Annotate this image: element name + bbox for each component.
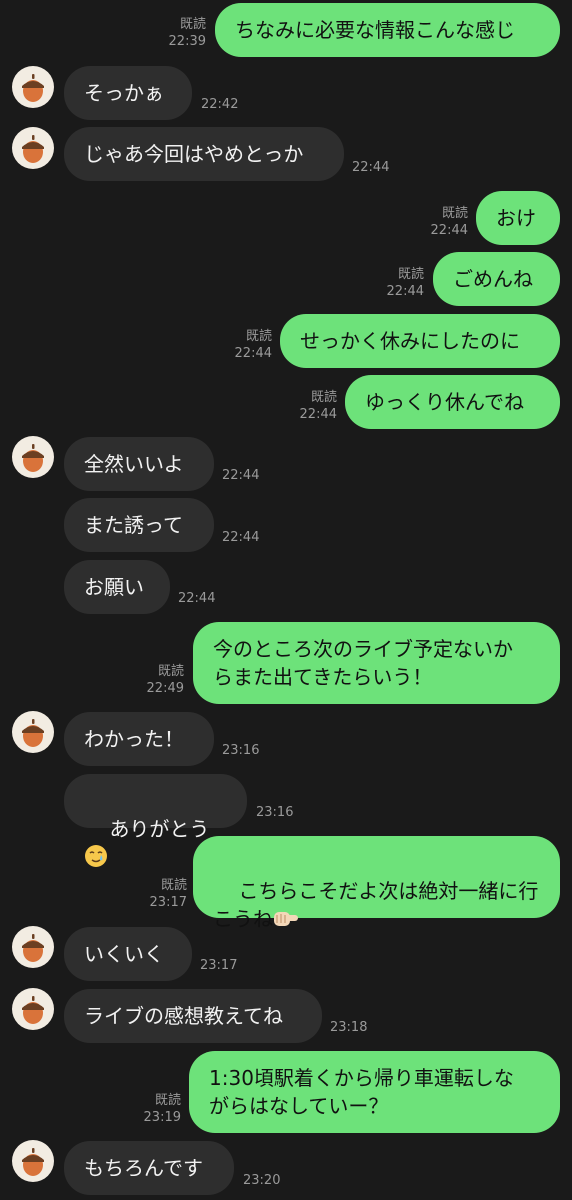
message-meta: 既読 22:44 <box>422 205 468 239</box>
acorn-icon <box>22 444 44 472</box>
outgoing-message[interactable]: せっかく休みにしたのに <box>280 314 560 368</box>
message-time: 22:44 <box>386 284 424 299</box>
outgoing-message[interactable]: ちなみに必要な情報こんな感じ <box>215 3 560 57</box>
message-meta: 既読 22:49 <box>138 663 184 697</box>
incoming-message[interactable]: いくいく <box>64 927 192 981</box>
message-time: 23:16 <box>222 743 260 758</box>
read-receipt: 既読 <box>154 1093 181 1108</box>
message-meta: 既読 22:39 <box>160 16 206 50</box>
message-time: 23:17 <box>149 895 187 910</box>
incoming-message[interactable]: ありがとう <box>64 774 247 867</box>
outgoing-message[interactable]: おけ <box>476 191 560 245</box>
read-receipt: 既読 <box>245 329 272 344</box>
message-meta: 既読 23:17 <box>141 877 187 911</box>
incoming-message[interactable]: 全然いいよ <box>64 437 214 491</box>
contact-avatar[interactable] <box>12 1140 54 1182</box>
message-time: 23:16 <box>256 805 294 820</box>
acorn-icon <box>22 719 44 747</box>
acorn-icon <box>22 135 44 163</box>
read-receipt: 既読 <box>441 206 468 221</box>
message-time: 22:44 <box>234 346 272 361</box>
incoming-message[interactable]: ライブの感想教えてね <box>64 989 322 1043</box>
contact-avatar[interactable] <box>12 988 54 1030</box>
acorn-icon <box>22 934 44 962</box>
outgoing-message[interactable]: ゆっくり休んでね <box>345 375 560 429</box>
message-time: 22:44 <box>222 468 260 483</box>
read-receipt: 既読 <box>157 664 184 679</box>
message-meta: 既読 22:44 <box>378 266 424 300</box>
chat-area[interactable]: 既読 22:39 ちなみに必要な情報こんな感じ そっかぁ 22:42 じゃあ今回… <box>0 0 572 1200</box>
message-time: 22:44 <box>178 591 216 606</box>
outgoing-message[interactable]: こちらこそだよ次は絶対一緒に行 こうね <box>193 836 560 931</box>
message-time: 22:44 <box>299 407 337 422</box>
contact-avatar[interactable] <box>12 926 54 968</box>
contact-avatar[interactable] <box>12 436 54 478</box>
message-time: 22:44 <box>352 160 390 175</box>
acorn-icon <box>22 74 44 102</box>
outgoing-message[interactable]: ごめんね <box>433 252 560 306</box>
incoming-message[interactable]: もちろんです <box>64 1141 234 1195</box>
incoming-message[interactable]: お願い <box>64 560 170 614</box>
message-meta: 既読 23:19 <box>135 1092 181 1126</box>
message-text: こちらこそだよ次は絶対一緒に行 こうね <box>213 879 539 931</box>
smiling-face-with-tear-icon <box>84 844 108 875</box>
message-time: 23:17 <box>200 958 238 973</box>
incoming-message[interactable]: わかった！ <box>64 712 214 766</box>
acorn-icon <box>22 996 44 1024</box>
message-meta: 既読 22:44 <box>291 389 337 423</box>
message-time: 22:42 <box>201 97 239 112</box>
incoming-message[interactable]: そっかぁ <box>64 66 192 120</box>
incoming-message[interactable]: じゃあ今回はやめとっか <box>64 127 344 181</box>
read-receipt: 既読 <box>160 878 187 893</box>
contact-avatar[interactable] <box>12 66 54 108</box>
message-meta: 既読 22:44 <box>226 328 272 362</box>
contact-avatar[interactable] <box>12 711 54 753</box>
pointing-hand-icon <box>273 906 299 937</box>
read-receipt: 既読 <box>179 17 206 32</box>
message-time: 23:20 <box>243 1173 281 1188</box>
message-time: 22:49 <box>146 681 184 696</box>
contact-avatar[interactable] <box>12 127 54 169</box>
read-receipt: 既読 <box>310 390 337 405</box>
message-time: 22:39 <box>168 34 206 49</box>
message-time: 22:44 <box>430 223 468 238</box>
message-time: 23:19 <box>143 1110 181 1125</box>
read-receipt: 既読 <box>397 267 424 282</box>
outgoing-message[interactable]: 今のところ次のライブ予定ないか らまた出てきたらいう！ <box>193 622 560 704</box>
outgoing-message[interactable]: 1:30頃駅着くから帰り車運転しな がらはなしていー？ <box>189 1051 560 1133</box>
incoming-message[interactable]: また誘って <box>64 498 214 552</box>
message-time: 22:44 <box>222 530 260 545</box>
message-text: ありがとう <box>109 817 210 841</box>
acorn-icon <box>22 1148 44 1176</box>
message-time: 23:18 <box>330 1020 368 1035</box>
